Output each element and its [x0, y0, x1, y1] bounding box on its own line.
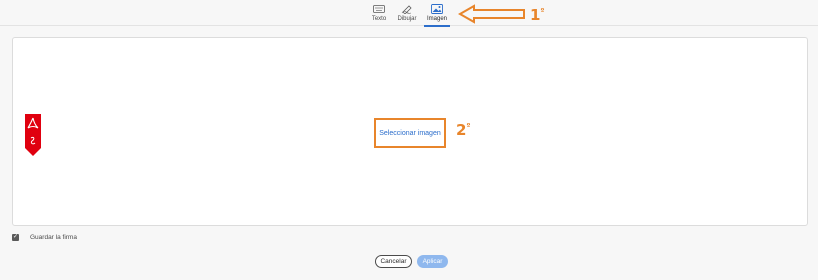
tab-label: Dibujar: [397, 16, 417, 22]
annotation-step-1: 1º: [530, 6, 545, 24]
apply-button[interactable]: Aplicar: [417, 255, 448, 268]
save-signature-row[interactable]: ✓ Guardar la firma: [12, 234, 77, 241]
keyboard-icon: [373, 5, 385, 13]
tab-label: Texto: [371, 16, 387, 22]
tab-imagen[interactable]: Imagen: [420, 4, 454, 27]
save-signature-checkbox[interactable]: ✓: [12, 234, 19, 241]
acrobat-signature-logo: [25, 114, 41, 156]
signature-tab-bar: Texto Dibujar Imagen: [0, 0, 818, 27]
select-image-highlight: Seleccionar imagen: [374, 118, 446, 148]
annotation-step-2: 2º: [456, 121, 471, 139]
cancel-button[interactable]: Cancelar: [375, 255, 412, 268]
tab-dibujar[interactable]: Dibujar: [390, 4, 424, 25]
image-icon: [431, 4, 443, 14]
select-image-link[interactable]: Seleccionar imagen: [379, 130, 440, 137]
pen-draw-icon: [401, 5, 412, 14]
tab-label: Imagen: [426, 16, 447, 22]
annotation-arrow: [458, 4, 525, 24]
save-signature-label: Guardar la firma: [30, 234, 77, 241]
